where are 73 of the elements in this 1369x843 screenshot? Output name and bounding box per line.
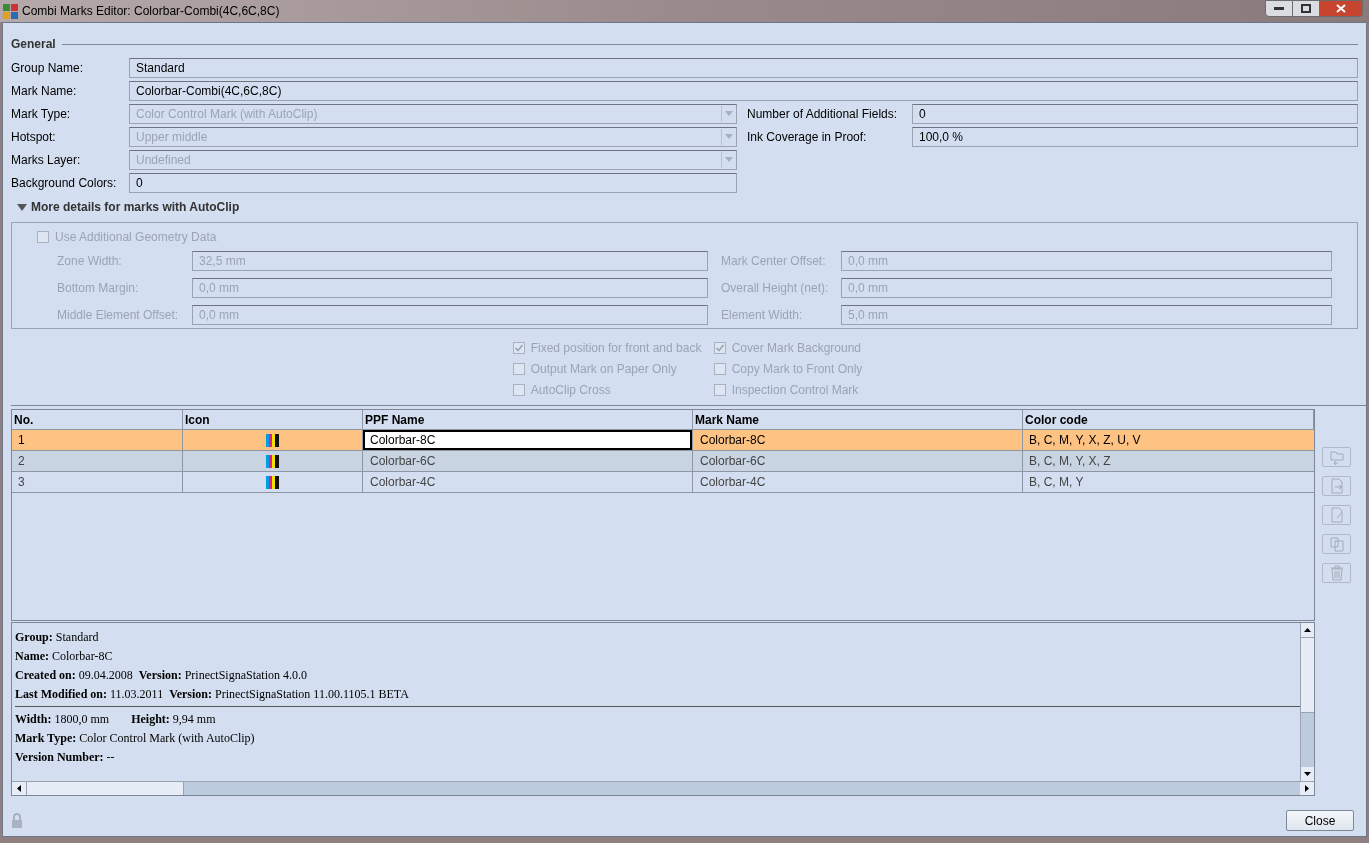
checkbox-label: Inspection Control Mark [731, 381, 859, 399]
table-cell: B, C, M, Y [1023, 472, 1314, 493]
info-line: Width: 1800,0 mm [15, 711, 110, 728]
window-title: Combi Marks Editor: Colorbar-Combi(4C,6C,8C) [22, 3, 280, 20]
maximize-icon [1301, 4, 1311, 13]
checkbox-label: Use Additional Geometry Data [55, 229, 217, 246]
table-row[interactable]: 3 Colorbar-4C Colorbar-4C B, C, M, Y [12, 472, 1314, 493]
text-field[interactable]: Standard [129, 57, 1358, 78]
close-window-button[interactable] [1319, 0, 1363, 17]
dropdown-arrow-icon [721, 151, 735, 168]
field-label: Overall Height (net): [721, 279, 830, 297]
info-line: Height: 9,94 mm [131, 711, 216, 728]
checkbox-label: Copy Mark to Front Only [731, 360, 863, 378]
app-icon [3, 3, 18, 19]
document-arrow-icon [1328, 478, 1345, 494]
dropdown-arrow-icon [721, 128, 735, 145]
field-label: Marks Layer: [11, 151, 82, 169]
field-label: Hotspot: [11, 128, 57, 146]
disclosure-triangle-icon [17, 203, 27, 211]
table-cell-text: Colorbar-6C [369, 453, 437, 470]
table-cell-editor[interactable]: Colorbar-8C [363, 430, 692, 450]
field-label: Bottom Margin: [57, 279, 140, 297]
text-field[interactable]: 100,0 % [912, 126, 1358, 147]
text-field[interactable]: Colorbar-Combi(4C,6C,8C) [129, 80, 1358, 101]
minimize-button[interactable] [1265, 0, 1293, 17]
field-label: Middle Element Offset: [57, 306, 180, 324]
scroll-right-icon[interactable] [1305, 785, 1309, 792]
color-bar-icon [266, 433, 279, 447]
field-label: Mark Center Offset: [721, 252, 827, 270]
info-line: Name: Colorbar-8C [15, 648, 114, 665]
text-field[interactable]: 0 [912, 103, 1358, 124]
field-label: Mark Name: [11, 82, 78, 100]
field-label: Element Width: [721, 306, 804, 324]
section-toggle[interactable]: More details for marks with AutoClip [11, 196, 240, 218]
field-label: Background Colors: [11, 174, 118, 192]
table-row[interactable]: 2 Colorbar-6C Colorbar-6C B, C, M, Y, X, Z [12, 451, 1314, 472]
close-icon [1336, 4, 1346, 13]
folder-arrow-icon [1328, 449, 1345, 465]
color-bar-icon [266, 475, 279, 489]
maximize-button[interactable] [1293, 0, 1319, 17]
dropdown-arrow-icon [721, 105, 735, 122]
table-cell-text: Colorbar-4C [369, 474, 437, 491]
info-line: Last Modified on: 11.03.2011 Version: PrinectSignaStation 11.00.1105.1 BETA [15, 686, 410, 703]
horizontal-scrollbar[interactable] [12, 781, 1314, 795]
field-label: Ink Coverage in Proof: [747, 128, 868, 146]
minimize-icon [1274, 6, 1284, 11]
field-label: Number of Additional Fields: [747, 105, 899, 123]
info-line: Mark Type: Color Control Mark (with AutoClip) [15, 730, 256, 747]
text-field[interactable]: 0 [129, 172, 737, 193]
vertical-scrollbar[interactable] [1300, 623, 1314, 781]
info-line: Created on: 09.04.2008 Version: PrinectSignaStation 4.0.0 [15, 667, 308, 684]
table-row[interactable]: 1 Colorbar-8C Colorbar-8C B, C, M, Y, X, Z, U, V [12, 430, 1314, 451]
table-cell: Colorbar-4C [693, 472, 1023, 493]
section-heading: General [11, 36, 56, 53]
close-button[interactable]: Close [1286, 810, 1354, 831]
copy-icon [1328, 536, 1345, 552]
info-line: Group: Standard [15, 629, 100, 646]
field-label: Zone Width: [57, 252, 123, 270]
info-line: Version Number: -- [15, 749, 116, 766]
scroll-up-icon[interactable] [1304, 628, 1311, 632]
scroll-down-icon[interactable] [1304, 772, 1311, 776]
checkbox-label: Cover Mark Background [731, 339, 862, 357]
lock-icon [11, 813, 23, 828]
field-label: Mark Type: [11, 105, 72, 123]
checkbox-label: Fixed position for front and back [530, 339, 702, 357]
scroll-left-icon[interactable] [17, 785, 21, 792]
document-pen-icon [1328, 507, 1345, 523]
color-bar-icon [266, 454, 279, 468]
checkbox-label: Output Mark on Paper Only [530, 360, 677, 378]
table-cell: 3 [12, 472, 183, 493]
checkbox-label: AutoClip Cross [530, 381, 611, 399]
field-label: Group Name: [11, 59, 85, 77]
trash-icon [1328, 565, 1345, 581]
